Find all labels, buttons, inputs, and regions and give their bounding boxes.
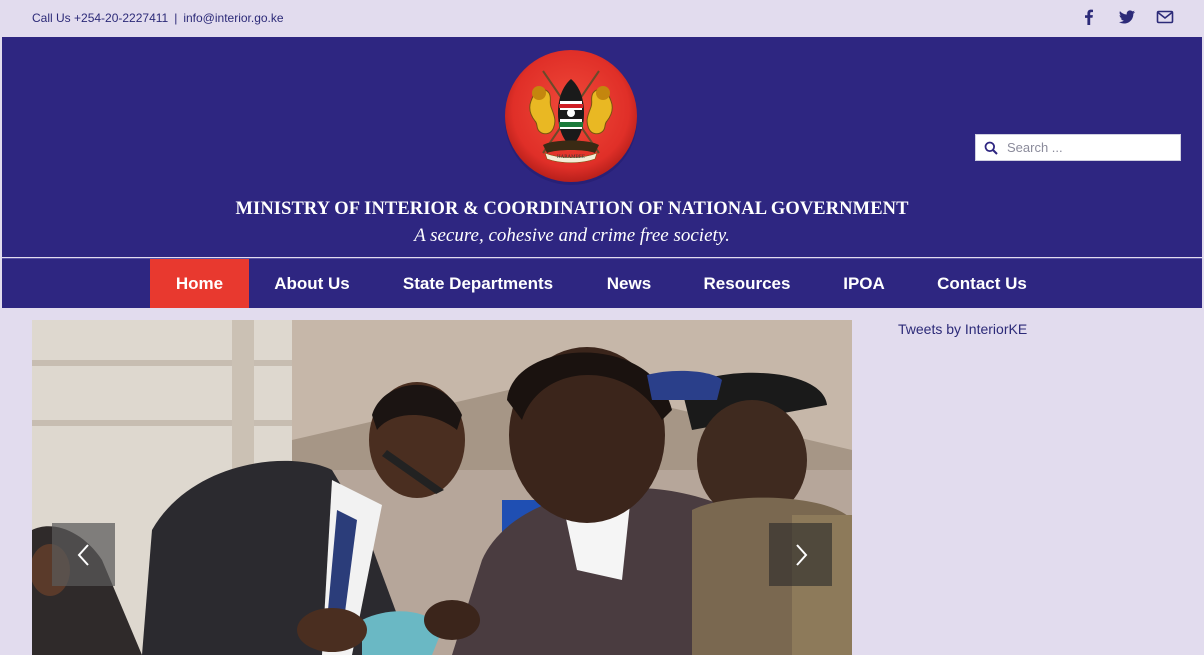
nav-item-about-us[interactable]: About Us bbox=[249, 259, 375, 308]
nav-item-ipoa[interactable]: IPOA bbox=[817, 259, 911, 308]
slider-prev-button[interactable] bbox=[52, 523, 115, 586]
search-input[interactable] bbox=[1007, 140, 1172, 155]
nav-item-state-departments[interactable]: State Departments bbox=[375, 259, 581, 308]
contact-info: Call Us +254-20-2227411 | info@interior.go… bbox=[32, 11, 284, 25]
nav-item-resources[interactable]: Resources bbox=[677, 259, 817, 308]
top-bar: Call Us +254-20-2227411 | info@interior.go… bbox=[0, 0, 1204, 37]
site-header: HARAMBEE MINISTRY OF INTERIOR & COORDINA… bbox=[2, 37, 1202, 257]
email-link[interactable]: info@interior.go.ke bbox=[183, 11, 283, 25]
slider-next-button[interactable] bbox=[769, 523, 832, 586]
twitter-icon[interactable] bbox=[1118, 8, 1136, 26]
tweets-link[interactable]: Tweets by InteriorKE bbox=[898, 321, 1027, 337]
facebook-icon[interactable] bbox=[1080, 8, 1098, 26]
image-slider[interactable] bbox=[32, 320, 852, 655]
nav-item-home[interactable]: Home bbox=[150, 259, 249, 308]
search-box[interactable] bbox=[975, 134, 1181, 161]
ministry-title: MINISTRY OF INTERIOR & COORDINATION OF N… bbox=[235, 199, 909, 219]
chevron-left-icon bbox=[77, 543, 89, 566]
slide-photo bbox=[32, 320, 852, 655]
search-icon bbox=[984, 141, 998, 155]
separator: | bbox=[174, 11, 178, 25]
coat-of-arms-logo[interactable]: HARAMBEE bbox=[503, 49, 639, 185]
svg-text:HARAMBEE: HARAMBEE bbox=[557, 155, 585, 160]
nav-item-contact-us[interactable]: Contact Us bbox=[911, 259, 1053, 308]
nav-item-news[interactable]: News bbox=[581, 259, 677, 308]
main-nav: Home About Us State Departments News Res… bbox=[2, 258, 1202, 308]
phone-text: Call Us +254-20-2227411 bbox=[32, 11, 169, 25]
envelope-icon[interactable] bbox=[1156, 8, 1174, 26]
chevron-right-icon bbox=[795, 543, 807, 566]
ministry-tagline: A secure, cohesive and crime free societ… bbox=[414, 225, 730, 246]
social-links bbox=[1080, 8, 1174, 26]
